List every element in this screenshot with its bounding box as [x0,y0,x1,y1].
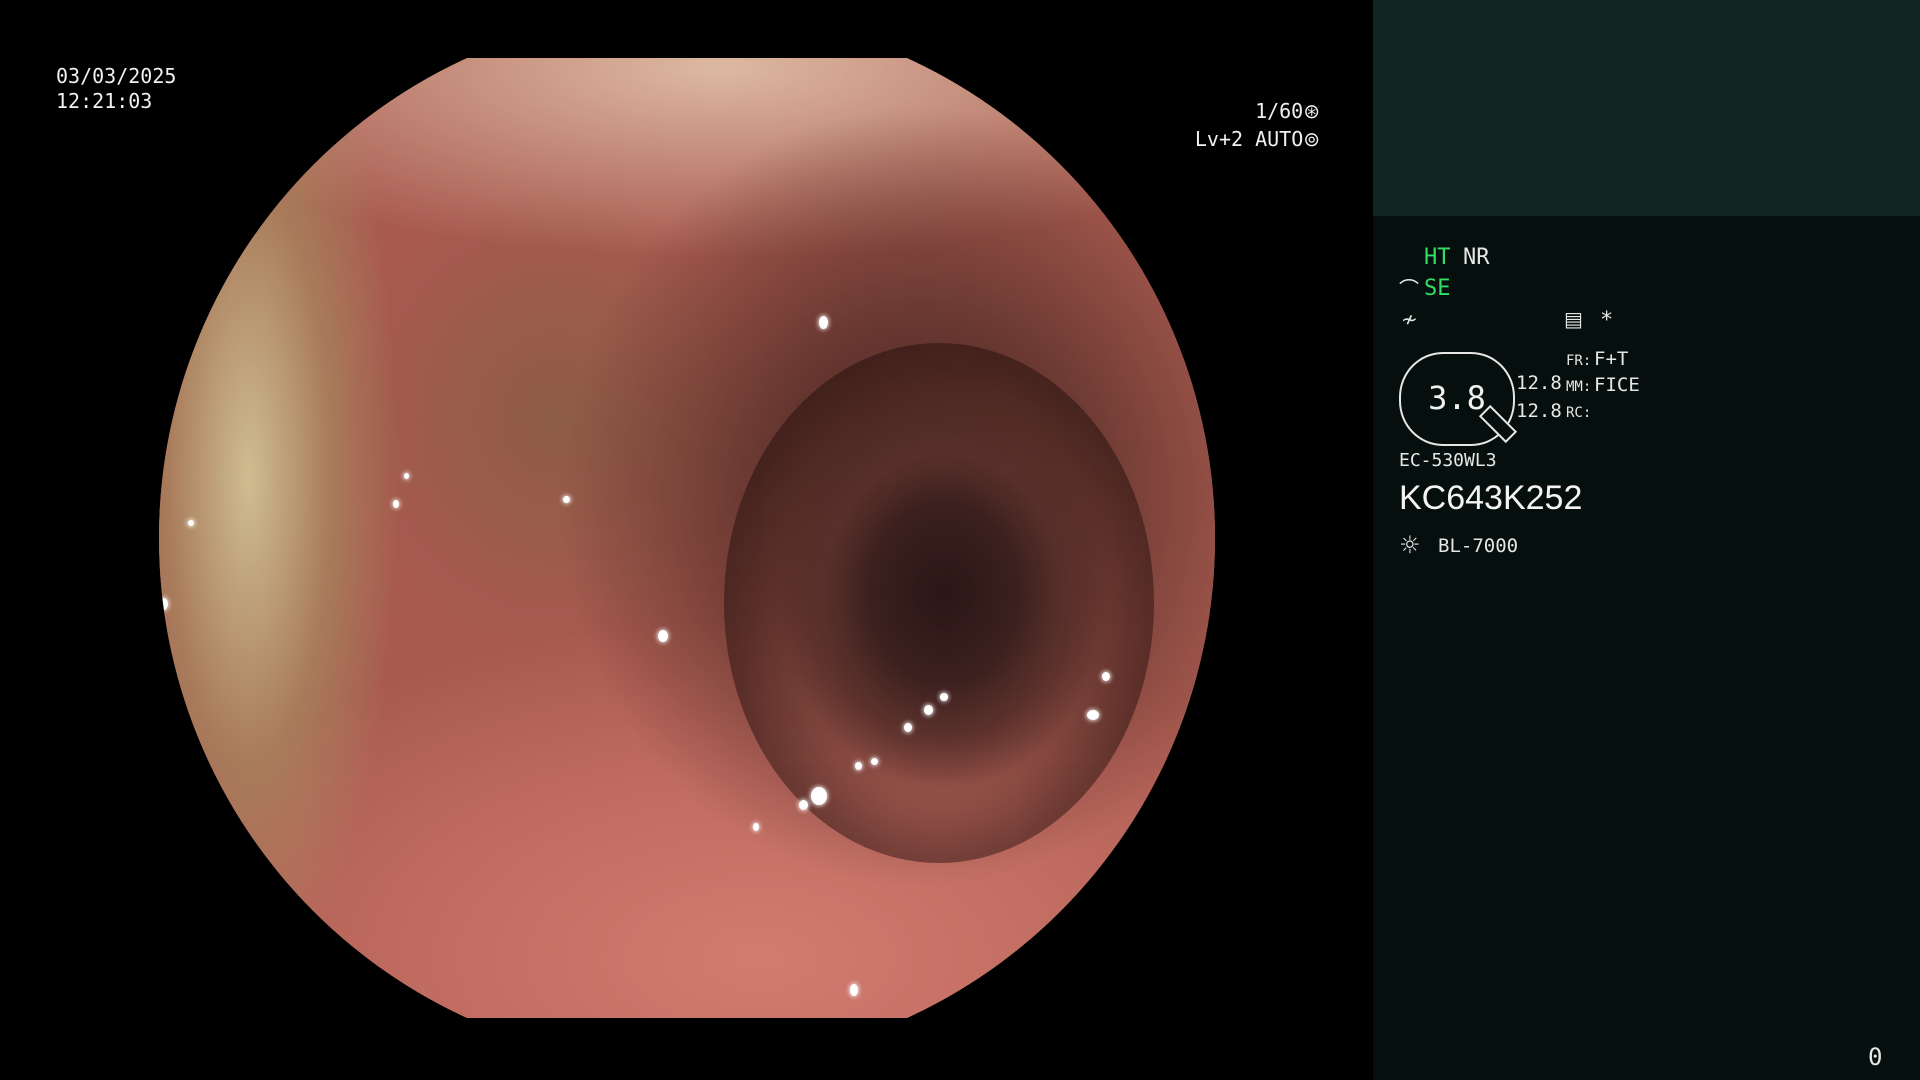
value-b: 12.8 [1516,400,1562,422]
se-indicator: SE [1424,276,1451,301]
iris-icon: ⊚ [1303,127,1320,151]
mm-value: FICE [1594,374,1640,396]
shutter-speed: 1/60 [1255,99,1304,123]
specular-highlight [940,693,948,701]
endoscope-video-area: 03/03/2025 12:21:03 1/60⊛ Lv+2 AUTO⊚ [0,0,1373,1080]
patient-info-area [1373,0,1920,216]
specular-highlight [850,984,858,996]
structure-enhance-icon: ⌒ [1399,277,1419,301]
scope-model: EC-530WL3 [1399,450,1497,471]
ht-indicator: HT [1424,245,1451,270]
date-display: 03/03/2025 [56,64,177,88]
shutter-icon: ⊛ [1303,99,1320,123]
light-source-name: BL-7000 [1438,535,1519,557]
colon-lumen [724,343,1154,863]
shutter-row: 1/60⊛ [1255,98,1320,124]
fr-label: FR: [1566,353,1592,369]
frame-counter: 0 [1868,1043,1883,1071]
specular-highlight [1087,710,1099,720]
light-source-icon: ☼ [1399,531,1421,559]
specular-highlight [924,705,933,715]
specular-highlight [188,520,194,526]
rc-label: RC: [1566,405,1592,421]
specular-highlight [159,598,168,610]
specular-highlight [871,758,878,765]
iris-row: Lv+2 AUTO⊚ [1195,126,1320,152]
specular-highlight [393,500,399,508]
specular-highlight [799,800,808,810]
specular-highlight [658,630,668,642]
specular-highlight [904,723,912,732]
zoom-lever-gauge: 3.8 [1399,352,1518,446]
specular-highlight [819,316,828,329]
memo-icon: ▤ [1564,307,1583,331]
scope-serial: KC643K252 [1399,479,1583,517]
endoscopic-image [159,58,1215,1018]
specular-highlight [753,823,759,831]
value-a: 12.8 [1516,372,1562,394]
iris-mode: Lv+2 AUTO [1194,127,1304,151]
specular-highlight [404,473,409,479]
mm-label: MM: [1566,379,1592,395]
specular-highlight [811,787,827,805]
exposure-info: 1/60⊛ Lv+2 AUTO⊚ [1150,98,1320,158]
gamma-icon: ≁ [1401,307,1418,331]
specular-highlight [563,496,570,503]
fr-value: F+T [1594,348,1629,370]
time-display: 12:21:03 [56,89,153,113]
specular-highlight [855,762,862,770]
specular-highlight [1102,672,1110,681]
nr-indicator: NR [1463,245,1490,270]
asterisk-marker: * [1600,308,1614,333]
